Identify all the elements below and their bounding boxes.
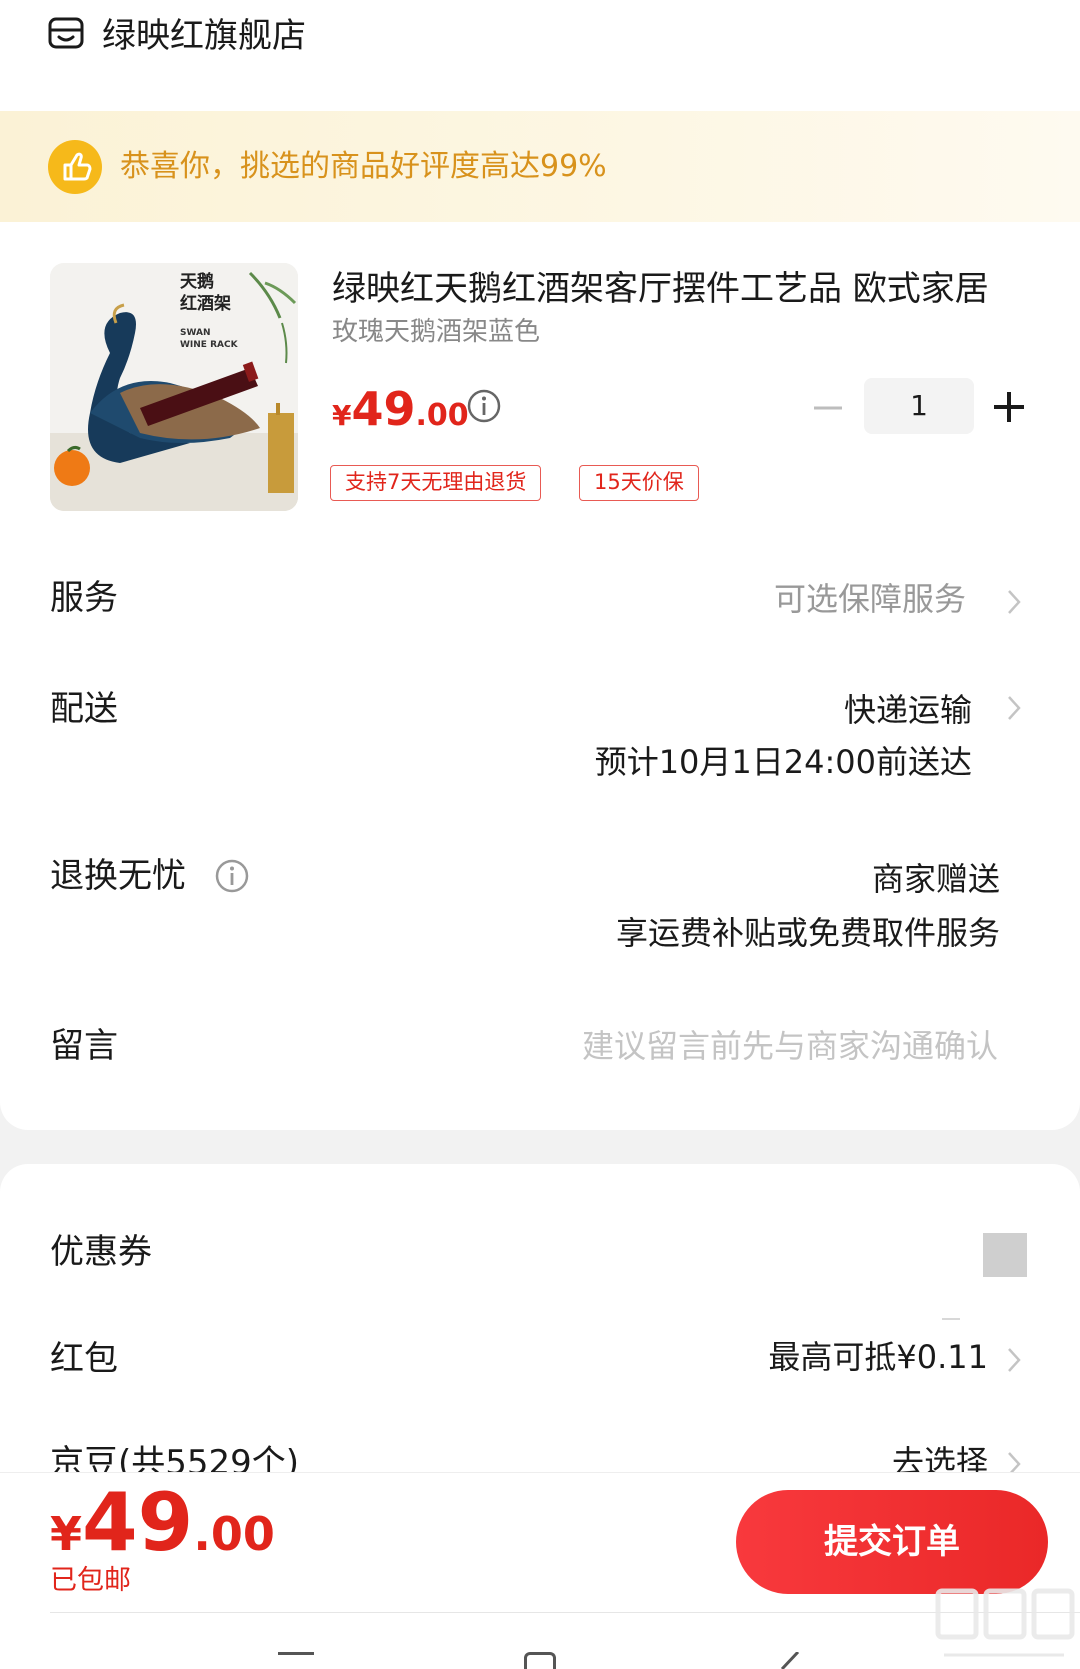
quantity-input[interactable]: 1 bbox=[864, 378, 974, 434]
product-image[interactable]: 天鹅 红酒架 SWAN WINE RACK bbox=[50, 263, 298, 511]
free-shipping-label: 已包邮 bbox=[50, 1565, 131, 1596]
info-icon[interactable] bbox=[466, 388, 502, 424]
delivery-estimate: 预计10月1日24:00前送达 bbox=[594, 743, 972, 781]
coupon-selector[interactable] bbox=[983, 1233, 1027, 1277]
price-integer: 49 bbox=[351, 382, 416, 436]
total-currency: ¥ bbox=[50, 1507, 83, 1561]
image-caption-subtitle: SWAN bbox=[180, 328, 211, 338]
back-nav-icon[interactable] bbox=[778, 1652, 802, 1669]
divider bbox=[942, 1318, 960, 1320]
total-integer: 49 bbox=[82, 1476, 194, 1569]
image-caption-subtitle: WINE RACK bbox=[180, 340, 238, 350]
product-spec[interactable]: 玫瑰天鹅酒架蓝色 bbox=[332, 314, 540, 350]
price-currency: ¥ bbox=[332, 399, 352, 432]
red-packet-value[interactable]: 最高可抵¥0.11 bbox=[768, 1335, 988, 1379]
chevron-right-icon[interactable] bbox=[1006, 588, 1022, 616]
discount-panel bbox=[0, 1164, 1080, 1484]
product-title[interactable]: 绿映红天鹅红酒架客厅摆件工艺品 欧式家居 bbox=[332, 266, 1032, 312]
coupon-label: 优惠券 bbox=[50, 1232, 152, 1272]
info-icon[interactable] bbox=[214, 858, 250, 894]
total-decimal: .00 bbox=[193, 1507, 275, 1561]
price-protection-tag: 15天价保 bbox=[579, 465, 699, 501]
returns-detail: 享运费补贴或免费取件服务 bbox=[615, 914, 1000, 952]
menu-nav-icon[interactable] bbox=[278, 1652, 314, 1669]
image-caption-title: 天鹅 bbox=[180, 272, 214, 292]
product-price: ¥49.00 bbox=[332, 384, 469, 445]
chevron-right-icon[interactable] bbox=[1006, 694, 1022, 722]
praise-banner-text: 恭喜你，挑选的商品好评度高达99% bbox=[120, 149, 607, 184]
swan-wine-rack-illustration bbox=[50, 263, 298, 511]
return-policy-tag: 支持7天无理由退货 bbox=[330, 465, 542, 501]
returns-value: 商家赠送 bbox=[871, 860, 1000, 898]
divider bbox=[50, 1612, 1080, 1613]
price-decimal: .00 bbox=[415, 398, 469, 433]
returns-label: 退换无忧 bbox=[50, 856, 186, 896]
delivery-method[interactable]: 快递运输 bbox=[844, 688, 972, 732]
submit-order-button[interactable]: 提交订单 bbox=[736, 1490, 1048, 1594]
quantity-increase-button[interactable] bbox=[992, 390, 1026, 424]
store-icon bbox=[48, 17, 84, 49]
watermark-logo bbox=[935, 1588, 1075, 1657]
quantity-decrease-button[interactable] bbox=[812, 392, 844, 424]
red-packet-label: 红包 bbox=[50, 1339, 118, 1379]
service-value[interactable]: 可选保障服务 bbox=[774, 577, 966, 621]
chevron-right-icon[interactable] bbox=[1006, 1346, 1022, 1374]
home-nav-icon[interactable] bbox=[524, 1652, 556, 1669]
message-label: 留言 bbox=[50, 1026, 118, 1066]
image-caption-title: 红酒架 bbox=[180, 294, 231, 314]
delivery-label: 配送 bbox=[50, 689, 118, 729]
store-name[interactable]: 绿映红旗舰店 bbox=[102, 14, 306, 58]
thumbs-up-icon bbox=[48, 140, 102, 194]
service-label: 服务 bbox=[50, 578, 118, 618]
message-input[interactable]: 建议留言前先与商家沟通确认 bbox=[582, 1024, 998, 1068]
